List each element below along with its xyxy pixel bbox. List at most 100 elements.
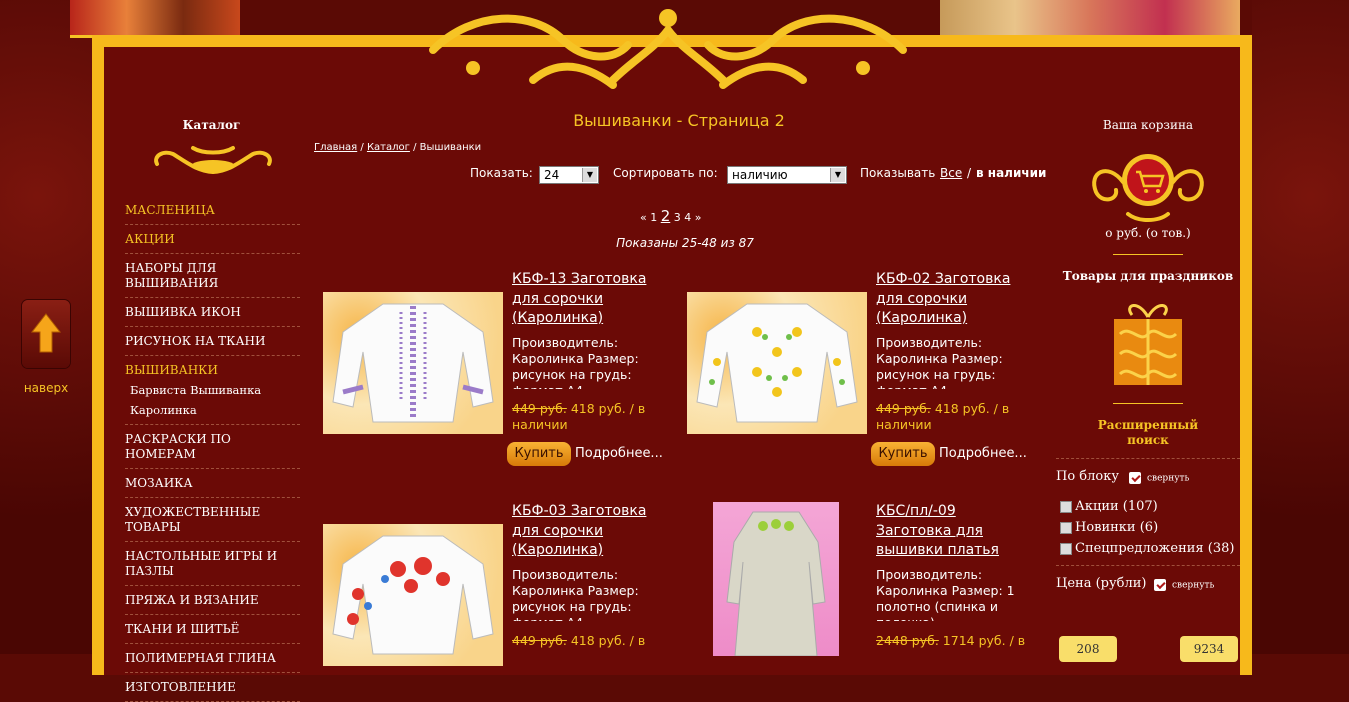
- product-name[interactable]: КБФ-02 Заготовка для сорочки (Каролинка): [876, 270, 1026, 329]
- shirt-image: [332, 535, 494, 655]
- breadcrumb-catalog[interactable]: Каталог: [367, 142, 410, 153]
- swirl-ornament: [153, 146, 272, 174]
- product-image[interactable]: [687, 292, 867, 434]
- filter-option-novinki[interactable]: Новинки (6): [1060, 519, 1240, 536]
- catalog-item-mosaic[interactable]: МОЗАИКА: [125, 469, 300, 498]
- catalog-item-paint-by-numbers[interactable]: РАСКРАСКИ ПО НОМЕРАМ: [125, 425, 300, 469]
- page-3[interactable]: 3: [674, 211, 681, 224]
- product-card: КБС/пл/-09 Заготовка для вышивки платья …: [687, 502, 1047, 702]
- price-max-input[interactable]: 9234: [1180, 636, 1238, 662]
- header-ornament: [429, 9, 907, 89]
- filter-separator: /: [967, 166, 972, 180]
- divider: [1056, 458, 1240, 459]
- product-image[interactable]: [323, 524, 503, 666]
- catalog-item-fabric-print[interactable]: РИСУНОК НА ТКАНИ: [125, 327, 300, 356]
- filter-option-special[interactable]: Спецпредложения (38): [1060, 540, 1240, 557]
- filter-instock[interactable]: в наличии: [976, 166, 1046, 180]
- chevron-down-icon: ▼: [830, 168, 845, 182]
- filter-by-block: По блоку свернуть: [1056, 469, 1240, 484]
- product-price: 449 руб. 418 руб. / в наличии: [512, 401, 662, 433]
- sort-value: наличию: [732, 168, 788, 182]
- chevron-down-icon: [1129, 472, 1141, 484]
- buy-button[interactable]: Купить: [507, 442, 571, 466]
- product-name[interactable]: КБФ-13 Заготовка для сорочки (Каролинка): [512, 270, 662, 329]
- product-old-price: 449 руб.: [512, 633, 567, 648]
- product-description: Производитель: Каролинка Размер: 1 полот…: [876, 567, 1015, 621]
- shirt-image: [332, 303, 494, 423]
- catalog-item-embroidery-kits[interactable]: НАБОРЫ ДЛЯ ВЫШИВАНИЯ: [125, 254, 300, 298]
- catalog-item-aktsii[interactable]: АКЦИИ: [125, 225, 300, 254]
- catalog-subitem-karolinka[interactable]: Каролинка: [125, 400, 300, 425]
- filter-block-label: По блоку: [1056, 469, 1119, 484]
- catalog-item-yarn[interactable]: ПРЯЖА И ВЯЗАНИЕ: [125, 586, 300, 615]
- collapse-toggle[interactable]: свернуть: [1154, 579, 1214, 591]
- product-image[interactable]: [323, 292, 503, 434]
- buy-button[interactable]: Купить: [871, 442, 935, 466]
- chevron-down-icon: [1154, 579, 1166, 591]
- breadcrumb-home[interactable]: Главная: [314, 142, 357, 153]
- catalog-item-art-goods[interactable]: ХУДОЖЕСТВЕННЫЕ ТОВАРЫ: [125, 498, 300, 542]
- shirt-image: [696, 303, 858, 423]
- catalog-item-board-games[interactable]: НАСТОЛЬНЫЕ ИГРЫ И ПАЗЛЫ: [125, 542, 300, 586]
- catalog-subitem-barvista[interactable]: Барвиста Вышиванка: [125, 380, 300, 400]
- filter-all-link[interactable]: Все: [940, 166, 962, 180]
- sort-label: Сортировать по:: [613, 166, 718, 180]
- product-price: 449 руб. 418 руб. / в: [512, 633, 662, 649]
- divider: [1056, 565, 1240, 566]
- pagination: « 1 2 3 4 »: [640, 207, 702, 225]
- scroll-top-button[interactable]: [22, 300, 70, 368]
- breadcrumb: Главная / Каталог / Вышиванки: [314, 142, 481, 153]
- chevron-down-icon: ▼: [582, 168, 597, 182]
- cart-icon[interactable]: [1078, 142, 1218, 222]
- filter-option-aktsii[interactable]: Акции (107): [1060, 498, 1240, 515]
- scroll-top-label[interactable]: наверх: [22, 381, 70, 395]
- price-min-input[interactable]: 208: [1059, 636, 1117, 662]
- filter-label: Показывать: [860, 166, 936, 180]
- checkbox[interactable]: [1060, 500, 1072, 513]
- product-description: Производитель: Каролинка Размер: рисунок…: [876, 335, 1003, 389]
- details-link[interactable]: Подробнее...: [939, 446, 1027, 461]
- option-label: Спецпредложения (38): [1075, 541, 1235, 556]
- decorative-painting-left: [70, 0, 240, 38]
- product-image[interactable]: [713, 502, 839, 656]
- product-price: 2448 руб. 1714 руб. / в: [876, 633, 1026, 649]
- breadcrumb-separator: /: [360, 142, 364, 153]
- page-next[interactable]: »: [695, 211, 702, 224]
- page-prev[interactable]: «: [640, 211, 647, 224]
- show-count-value: 24: [544, 168, 560, 182]
- catalog-item-manufacturing[interactable]: ИЗГОТОВЛЕНИЕ: [125, 673, 300, 702]
- arrow-up-icon: [30, 313, 62, 353]
- shown-count: Показаны 25-48 из 87: [616, 236, 754, 250]
- cart-summary: о руб. (о тов.): [1105, 226, 1191, 240]
- product-old-price: 449 руб.: [876, 401, 931, 416]
- right-sidebar: Ваша корзина о руб. (о тов.) Товары для …: [1056, 118, 1240, 662]
- collapse-label: свернуть: [1172, 580, 1215, 591]
- advanced-search-link[interactable]: Расширенный поиск: [1093, 418, 1203, 448]
- catalog-item-maslenitsa[interactable]: МАСЛЕНИЦА: [125, 196, 300, 225]
- catalog-item-icon-embroidery[interactable]: ВЫШИВКА ИКОН: [125, 298, 300, 327]
- catalog-item-polymer-clay[interactable]: ПОЛИМЕРНАЯ ГЛИНА: [125, 644, 300, 673]
- option-label: Новинки (6): [1075, 520, 1159, 535]
- page-1[interactable]: 1: [650, 211, 657, 224]
- price-filter-label: Цена (рубли): [1056, 576, 1147, 591]
- product-description: Производитель: Каролинка Размер: рисунок…: [512, 335, 639, 389]
- product-card: КБФ-02 Заготовка для сорочки (Каролинка)…: [687, 270, 1047, 470]
- gift-icon[interactable]: [1110, 289, 1186, 389]
- product-name[interactable]: КБС/пл/-09 Заготовка для вышивки платья: [876, 502, 1026, 561]
- checkbox[interactable]: [1060, 521, 1072, 534]
- details-link[interactable]: Подробнее...: [575, 446, 663, 461]
- checkbox[interactable]: [1060, 542, 1072, 555]
- page-4[interactable]: 4: [684, 211, 691, 224]
- show-count-select[interactable]: 24 ▼: [539, 166, 599, 184]
- catalog-sidebar: Каталог МАСЛЕНИЦА АКЦИИ НАБОРЫ ДЛЯ ВЫШИВ…: [125, 118, 300, 702]
- catalog-title: Каталог: [182, 118, 241, 132]
- divider: [1113, 254, 1183, 255]
- catalog-item-fabrics[interactable]: ТКАНИ И ШИТЬЁ: [125, 615, 300, 644]
- collapse-toggle[interactable]: свернуть: [1129, 472, 1189, 484]
- product-name[interactable]: КБФ-03 Заготовка для сорочки (Каролинка): [512, 502, 662, 561]
- breadcrumb-current: Вышиванки: [419, 142, 482, 153]
- catalog-item-vyshivanki[interactable]: ВЫШИВАНКИ: [125, 356, 300, 380]
- sort-select[interactable]: наличию ▼: [727, 166, 847, 184]
- product-price: 449 руб. 418 руб. / в наличии: [876, 401, 1026, 433]
- product-old-price: 2448 руб.: [876, 633, 939, 648]
